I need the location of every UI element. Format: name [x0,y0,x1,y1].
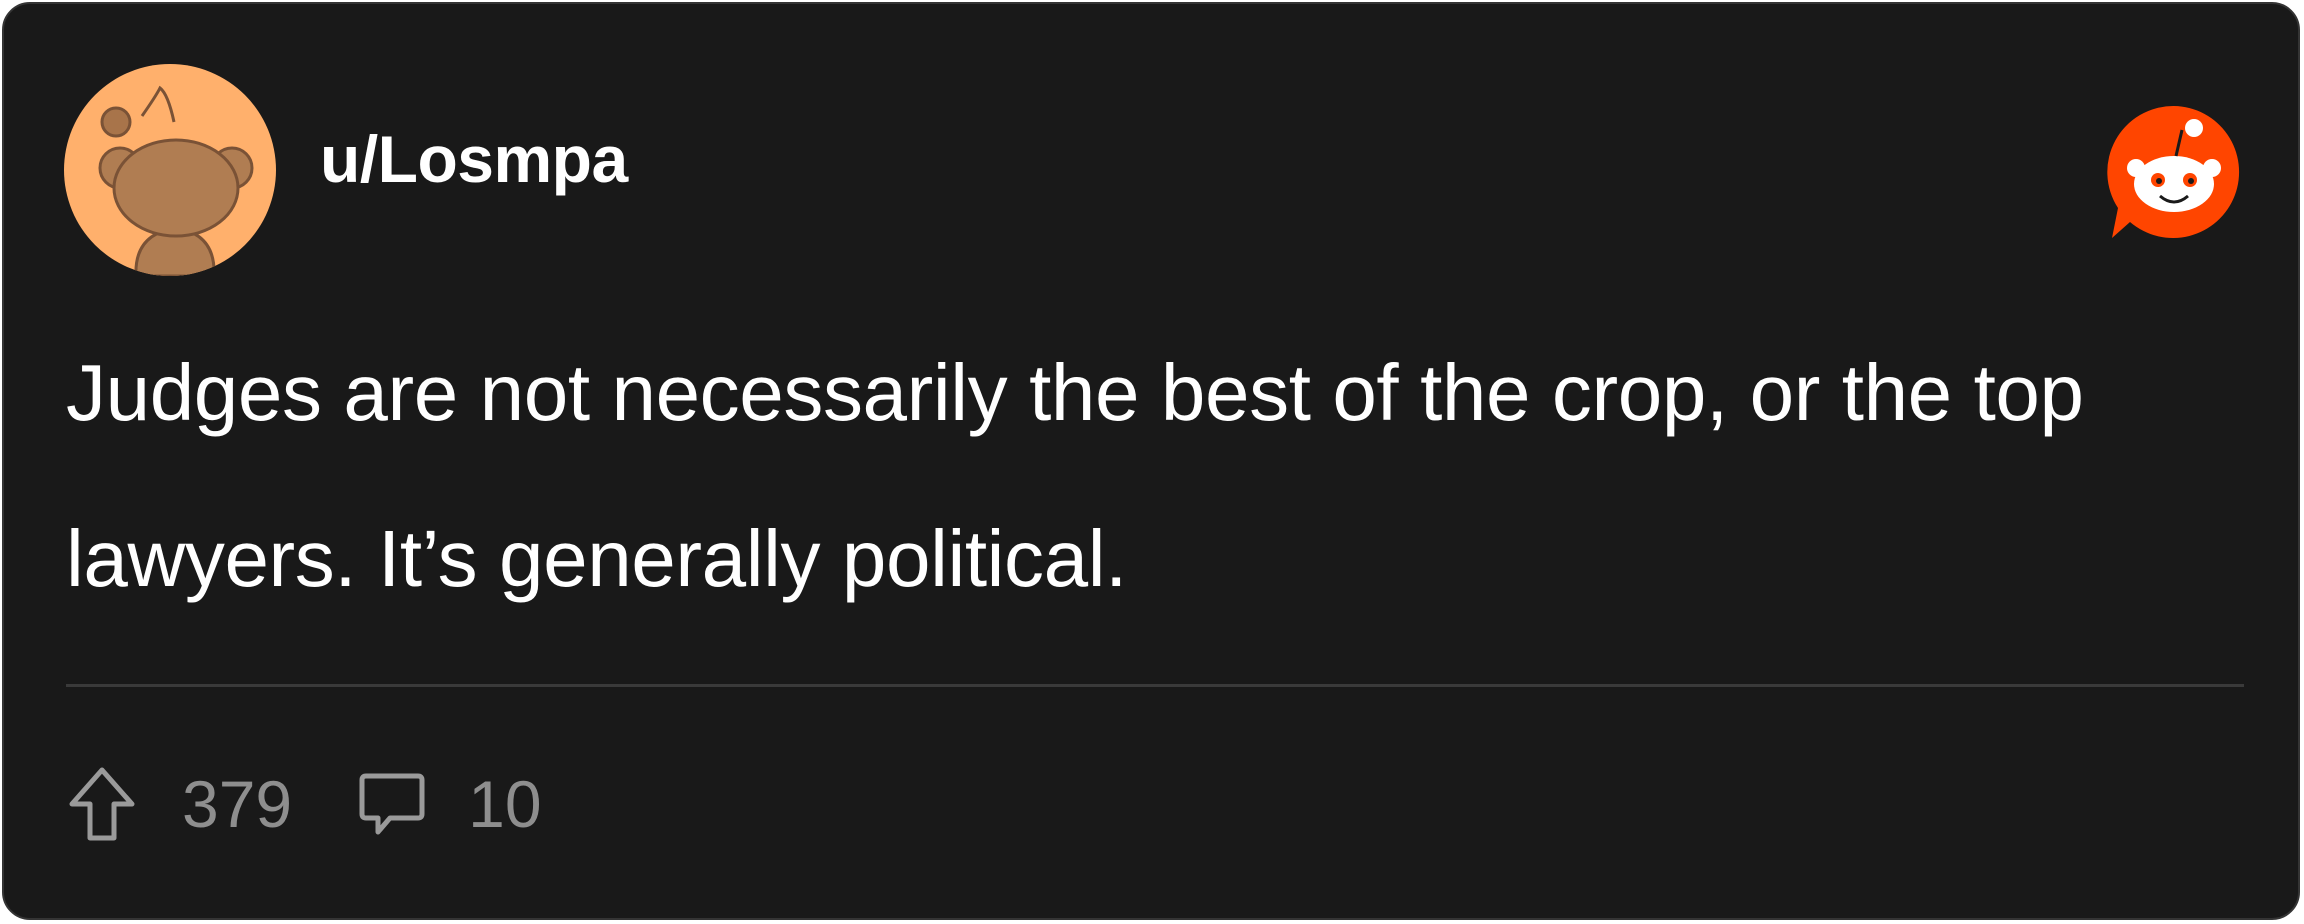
post-card[interactable]: u/Losmpa Judges are not necessarily the … [2,2,2300,920]
upvote-arrow-icon [69,767,135,841]
upvote-button[interactable]: 379 [66,764,292,844]
snoo-avatar-icon [98,85,254,276]
comments-button[interactable]: 10 [356,767,542,841]
post-body: Judges are not necessarily the best of t… [66,348,2084,603]
user-avatar[interactable] [64,64,276,276]
upvote-count: 379 [182,767,293,841]
username[interactable]: u/Losmpa [320,126,628,192]
post-actions: 379 10 [66,764,542,844]
reddit-logo-icon [2100,104,2248,244]
divider [66,684,2244,687]
comment-count: 10 [468,767,542,841]
comment-bubble-icon [359,773,425,835]
